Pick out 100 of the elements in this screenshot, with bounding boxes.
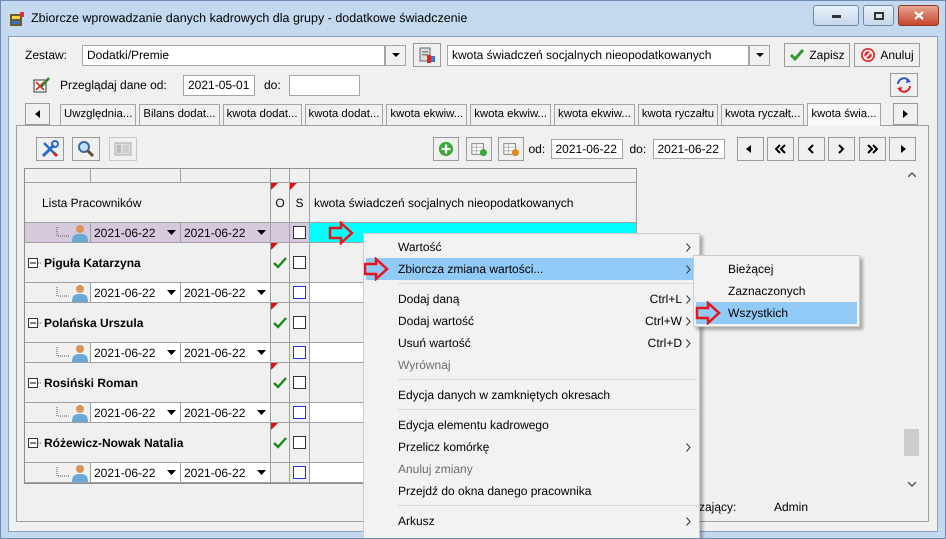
scroll-left-button[interactable]	[25, 103, 50, 125]
set-dropdown[interactable]: Dodatki/Premie	[82, 44, 385, 66]
tab[interactable]: kwota dodat...	[222, 104, 302, 125]
date-dropdown[interactable]: 2021-06-22	[91, 283, 181, 303]
element-dropdown[interactable]: kwota świadczeń socjalnych nieopodatkowanych	[447, 44, 749, 66]
menu-item[interactable]: Edycja elementu kadrowego	[366, 414, 697, 436]
menu-item[interactable]: Przelicz komórkę	[366, 436, 697, 458]
menu-item[interactable]: Edycja danych w zamkniętych okresach	[366, 384, 697, 406]
menu-item[interactable]: Przejdź do okna danego pracownika	[366, 480, 697, 502]
caret-icon	[257, 230, 266, 235]
menu-item[interactable]: Bieżącej	[696, 258, 857, 280]
fast-forward-button[interactable]	[858, 136, 886, 160]
cancel-button[interactable]: Anuluj	[854, 43, 920, 67]
collapse-icon[interactable]	[28, 258, 38, 268]
fast-back-button[interactable]	[767, 136, 794, 160]
tab[interactable]: kwota świa...	[807, 103, 881, 126]
element-list-button[interactable]	[413, 43, 441, 67]
employee-name[interactable]: Różewicz-Nowak Natalia	[44, 434, 184, 452]
menu-item[interactable]: Usuń wartość Ctrl+D	[366, 332, 697, 354]
corner-flag-icon	[271, 303, 278, 310]
date-dropdown[interactable]: 2021-06-22	[181, 403, 271, 423]
caret-icon	[167, 290, 176, 295]
edit-row-button[interactable]	[498, 136, 524, 160]
refresh-icon	[895, 76, 913, 94]
menu-item[interactable]: Arkusz	[366, 510, 697, 532]
right-arrow-icon	[903, 110, 908, 118]
dropdown-button[interactable]	[749, 44, 770, 66]
pointer-arrow-icon	[695, 301, 721, 325]
menu-item[interactable]: Dodaj wartość Ctrl+W	[366, 310, 697, 332]
tab[interactable]: kwota ekwiw...	[470, 104, 552, 125]
date-dropdown[interactable]: 2021-06-22	[181, 283, 271, 303]
caret-icon	[392, 53, 400, 57]
date-dropdown[interactable]: 2021-06-22	[91, 463, 181, 483]
scroll-right-button[interactable]	[893, 103, 918, 125]
date-dropdown[interactable]: 2021-06-22	[181, 463, 271, 483]
checkbox[interactable]	[293, 256, 306, 269]
date-dropdown[interactable]: 2021-06-22	[181, 343, 271, 363]
first-button[interactable]	[736, 136, 764, 160]
tree-connector	[56, 406, 70, 418]
tree-connector	[38, 262, 42, 264]
tab[interactable]: kwota ekwiw...	[554, 104, 635, 125]
checkbox[interactable]	[293, 436, 306, 449]
last-button[interactable]	[889, 136, 916, 160]
tab[interactable]: kwota ryczałt...	[721, 104, 804, 125]
minimize-button[interactable]	[813, 5, 859, 26]
add-button[interactable]	[432, 136, 458, 160]
checkbox[interactable]	[293, 286, 306, 299]
date-dropdown[interactable]: 2021-06-22	[91, 403, 181, 423]
add-row-button[interactable]	[466, 136, 492, 160]
employee-name[interactable]: Rosiński Roman	[44, 374, 138, 392]
menu-item[interactable]: Wartość	[366, 236, 697, 258]
collapse-icon[interactable]	[28, 438, 38, 448]
menu-item[interactable]: Dodaj daną Ctrl+L	[366, 288, 697, 310]
scroll-up-icon	[908, 172, 916, 177]
maximize-button[interactable]	[863, 5, 894, 26]
tab[interactable]: kwota ryczałtu	[638, 104, 718, 125]
checkbox[interactable]	[293, 376, 306, 389]
person-icon	[71, 224, 89, 242]
checkbox[interactable]	[293, 346, 306, 359]
caret-icon	[167, 470, 176, 475]
search-button[interactable]	[72, 136, 100, 160]
collapse-icon[interactable]	[28, 378, 38, 388]
checkbox[interactable]	[293, 406, 306, 419]
tree-connector	[56, 286, 70, 298]
checkbox[interactable]	[293, 226, 306, 239]
checkbox[interactable]	[293, 466, 306, 479]
forward-button[interactable]	[828, 136, 855, 160]
tab[interactable]: Uwzględnia...	[60, 104, 136, 125]
save-button[interactable]: Zapisz	[784, 43, 850, 67]
date-from-field[interactable]: 2021-06-22	[550, 138, 622, 158]
date-from-field[interactable]: 2021-05-01	[183, 74, 255, 96]
date-dropdown[interactable]: 2021-06-22	[91, 343, 181, 363]
date-to-field[interactable]: 2021-06-22	[652, 138, 724, 158]
scrollbar-thumb[interactable]	[904, 429, 919, 456]
status-label: zający:	[699, 499, 738, 516]
refresh-button[interactable]	[890, 73, 918, 97]
date-dropdown[interactable]: 2021-06-22	[91, 223, 181, 243]
person-icon	[71, 404, 89, 422]
tree-connector	[38, 322, 42, 324]
date-dropdown[interactable]: 2021-06-22	[181, 223, 271, 243]
back-button[interactable]	[798, 136, 824, 160]
checkbox[interactable]	[293, 316, 306, 329]
shortcut-text: Ctrl+L	[650, 291, 682, 308]
date-to-label: do:	[264, 77, 282, 94]
employee-name[interactable]: Polańska Urszula	[44, 314, 144, 332]
collapse-icon[interactable]	[28, 318, 38, 328]
menu-item[interactable]: Zaznaczonych	[696, 280, 857, 302]
date-to-field[interactable]	[289, 74, 360, 96]
corner-flag-icon	[271, 243, 278, 250]
caret-icon	[257, 470, 266, 475]
close-button[interactable]	[898, 5, 939, 26]
date-from-label: Przeglądaj dane od:	[60, 77, 168, 94]
tab[interactable]: kwota dodat...	[304, 104, 384, 125]
tab[interactable]: Bilans dodat...	[139, 104, 220, 125]
tools-button[interactable]	[36, 136, 64, 160]
employee-name[interactable]: Piguła Katarzyna	[44, 254, 141, 272]
tab[interactable]: kwota ekwiw...	[386, 104, 468, 125]
person-icon	[71, 284, 89, 302]
dropdown-button[interactable]	[385, 44, 406, 66]
menu-item[interactable]: Wszystkich	[696, 302, 857, 324]
